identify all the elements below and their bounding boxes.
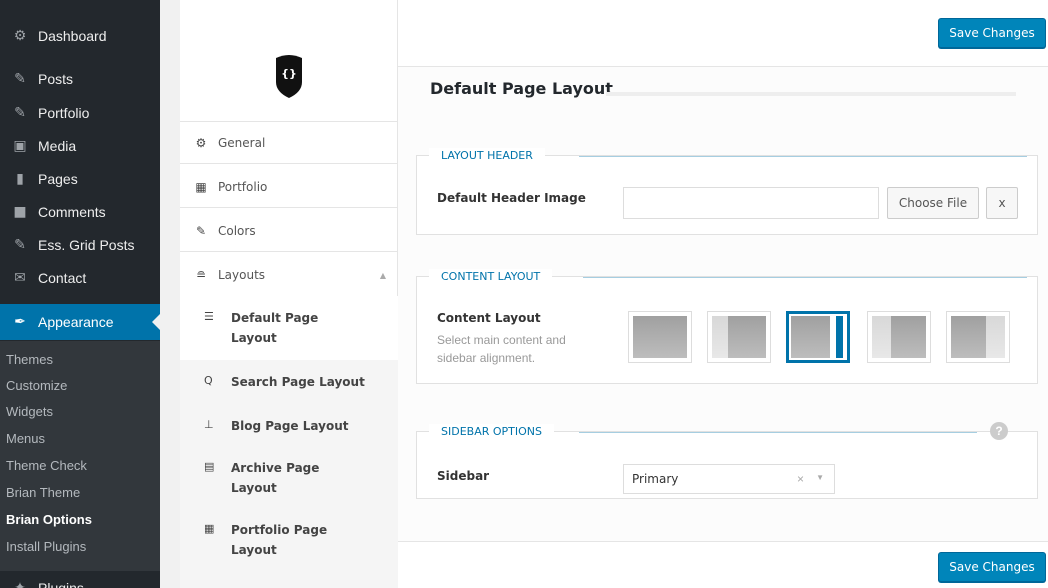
section-legend: SIDEBAR OPTIONS xyxy=(429,424,554,440)
brush-icon: ✎ xyxy=(195,223,207,238)
media-icon: ▣ xyxy=(13,137,27,154)
layout-header-section: LAYOUT HEADER Default Header Image Choos… xyxy=(416,148,1038,235)
subnav-label-line1: Default Page xyxy=(231,311,319,325)
subnav-portfolio-page-layout[interactable]: ▦ Portfolio Page Layout xyxy=(180,508,398,588)
page-title: Default Page Layout xyxy=(430,79,613,98)
top-action-bar: Save Changes xyxy=(398,0,1048,67)
section-legend: LAYOUT HEADER xyxy=(429,148,545,164)
menu-item-comments[interactable]: ■ Comments xyxy=(0,195,160,228)
subnav-label-line1: Portfolio Page xyxy=(231,523,328,537)
submenu-menus[interactable]: Menus xyxy=(0,426,160,452)
pages-icon: ▮ xyxy=(16,170,24,187)
subnav-label-line1: Blog Page Layout xyxy=(231,419,349,433)
layout-option-full-width[interactable] xyxy=(628,311,692,363)
save-changes-button-bottom[interactable]: Save Changes xyxy=(938,552,1046,582)
clear-file-button[interactable]: x xyxy=(986,187,1018,219)
subnav-label-line1: Search Page Layout xyxy=(231,375,365,389)
main-panel: Save Changes Default Page Layout LAYOUT … xyxy=(398,0,1048,588)
shield-logo-icon: {} xyxy=(276,55,302,98)
submenu-install-plugins[interactable]: Install Plugins xyxy=(0,534,160,560)
nav-item-general[interactable]: ⚙ General xyxy=(180,122,398,164)
subnav-blog-page-layout[interactable]: ⊥ Blog Page Layout xyxy=(180,404,398,446)
appearance-submenu: Themes Customize Widgets Menus Theme Che… xyxy=(0,341,160,571)
comment-icon: ■ xyxy=(13,203,27,220)
gears-icon: ⚙ xyxy=(195,135,207,150)
bottom-action-bar: Save Changes xyxy=(398,541,1048,588)
layers-icon: ≘ xyxy=(195,268,207,282)
subnav-archive-page-layout[interactable]: ▤ Archive Page Layout xyxy=(180,446,398,508)
grid-icon: ▦ xyxy=(195,179,207,194)
submenu-brian-theme[interactable]: Brian Theme xyxy=(0,480,160,506)
submenu-themes[interactable]: Themes xyxy=(0,347,160,373)
title-divider xyxy=(606,92,1016,96)
chevron-up-icon: ▲ xyxy=(379,270,386,280)
plugin-icon: ✦ xyxy=(14,579,26,588)
options-nav: {} ⚙ General ▦ Portfolio ✎ Colors ≘ Layouts … xyxy=(180,0,398,588)
choose-file-button[interactable]: Choose File xyxy=(887,187,979,219)
nav-item-portfolio[interactable]: ▦ Portfolio xyxy=(180,166,398,208)
subnav-label-line2: Layout xyxy=(231,543,277,557)
sidebar-select[interactable]: Primary × ▼ xyxy=(623,464,835,494)
subnav-label-line2: Layout xyxy=(231,481,277,495)
menu-item-pages[interactable]: ▮ Pages xyxy=(0,162,160,195)
logo-area: {} xyxy=(180,0,398,122)
layout-option-two-left-sidebars[interactable] xyxy=(867,311,931,363)
layout-option-left-sidebar[interactable] xyxy=(707,311,771,363)
clear-selection-icon[interactable]: × xyxy=(797,472,804,486)
submenu-customize[interactable]: Customize xyxy=(0,373,160,399)
field-label: Default Header Image xyxy=(437,191,586,205)
menu-item-appearance[interactable]: ✒ Appearance xyxy=(0,304,160,340)
submenu-theme-check[interactable]: Theme Check xyxy=(0,453,160,479)
menu-item-dashboard[interactable]: ⚙ Dashboard xyxy=(0,19,160,52)
field-description: Select main content and sidebar alignmen… xyxy=(437,333,566,365)
pin-icon: ✎ xyxy=(14,236,26,253)
grid-icon: ▦ xyxy=(204,522,215,535)
submenu-widgets[interactable]: Widgets xyxy=(0,399,160,425)
sidebar-options-section: SIDEBAR OPTIONS Sidebar Primary × ▼ xyxy=(416,424,1038,499)
content-layout-section: CONTENT LAYOUT Content Layout Select mai… xyxy=(416,269,1038,384)
menu-item-media[interactable]: ▣ Media xyxy=(0,129,160,162)
nav-item-layouts[interactable]: ≘ Layouts ▲ xyxy=(180,254,398,296)
submenu-brian-options[interactable]: Brian Options xyxy=(0,507,160,533)
admin-sidebar: ⚙ Dashboard ✎ Posts ✎ Portfolio ▣ Media ▮ Pag… xyxy=(0,0,160,588)
field-label: Sidebar xyxy=(437,469,490,483)
help-icon[interactable]: ? xyxy=(990,422,1008,440)
menu-item-plugins[interactable]: ✦ Plugins xyxy=(0,571,160,588)
pin-icon: ✎ xyxy=(14,104,26,121)
mail-icon: ✉ xyxy=(14,269,26,286)
subnav-search-page-layout[interactable]: Q Search Page Layout xyxy=(180,360,398,404)
save-changes-button-top[interactable]: Save Changes xyxy=(938,18,1046,48)
field-label: Content Layout xyxy=(437,311,541,325)
search-icon: Q xyxy=(204,374,213,387)
menu-item-contact[interactable]: ✉ Contact xyxy=(0,261,160,294)
nav-item-colors[interactable]: ✎ Colors xyxy=(180,210,398,252)
subnav-label-line2: Layout xyxy=(231,331,277,345)
brush-icon: ✒ xyxy=(14,314,26,330)
menu-item-portfolio[interactable]: ✎ Portfolio xyxy=(0,96,160,129)
archive-icon: ▤ xyxy=(204,460,215,473)
header-image-input[interactable] xyxy=(623,187,879,219)
chevron-down-icon: ▼ xyxy=(816,473,824,482)
select-value: Primary xyxy=(632,472,679,486)
pin-icon: ⊥ xyxy=(204,418,214,431)
subnav-default-page-layout[interactable]: ☰ Default Page Layout xyxy=(180,296,398,360)
subnav-label-line1: Archive Page xyxy=(231,461,320,475)
pin-icon: ✎ xyxy=(14,70,26,87)
section-legend: CONTENT LAYOUT xyxy=(429,269,553,285)
dashboard-icon: ⚙ xyxy=(13,27,27,44)
menu-item-ess-grid-posts[interactable]: ✎ Ess. Grid Posts xyxy=(0,228,160,261)
layout-option-two-right-sidebars[interactable] xyxy=(946,311,1010,363)
list-icon: ☰ xyxy=(204,310,214,323)
menu-item-posts[interactable]: ✎ Posts xyxy=(0,62,160,95)
layout-option-right-sidebar[interactable] xyxy=(786,311,850,363)
logo-text: {} xyxy=(281,67,297,80)
